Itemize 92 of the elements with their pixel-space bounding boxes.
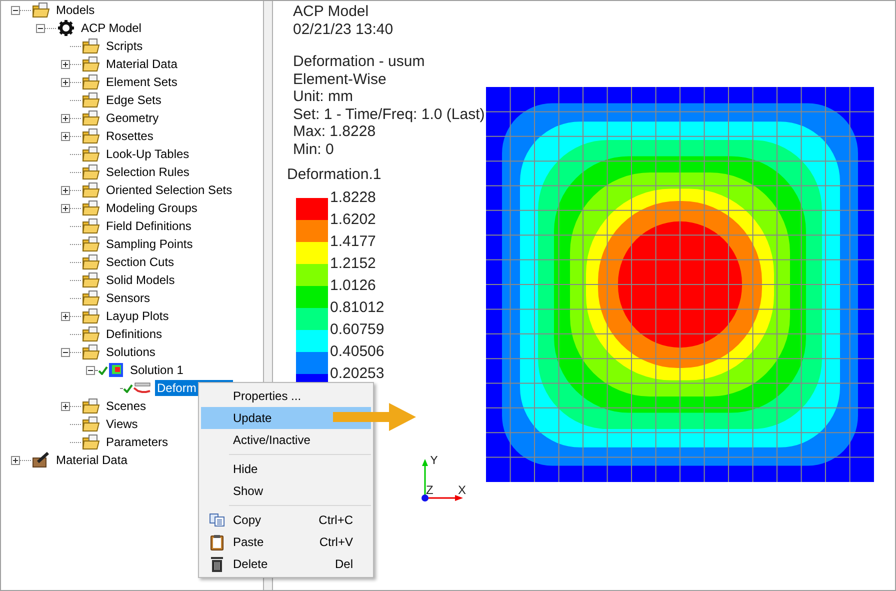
tree-item[interactable]: Solid Models [104,272,177,288]
trash-icon [210,556,224,572]
folder-icon [82,74,100,90]
tree-item[interactable]: Material Data [104,56,180,72]
copy-icon [209,513,225,527]
clipboard-icon [210,534,224,550]
folder-icon [82,110,100,126]
folder-icon [82,218,100,234]
tree-item[interactable]: Element Sets [104,74,180,90]
tree-item[interactable]: Scenes [104,398,148,414]
tree-item[interactable]: ACP Model [79,20,144,36]
folder-icon [82,416,100,432]
expand-toggle[interactable] [11,456,20,464]
tree-item[interactable]: Scripts [104,38,145,54]
viewport-info-text: 02/21/23 13:40 [293,20,394,38]
result-info-text: Max: 1.8228 [293,123,377,140]
tree-item[interactable]: Models [54,2,97,18]
material-box-icon [32,452,50,468]
expand-toggle[interactable] [61,78,70,86]
folder-icon [82,164,100,180]
expand-toggle[interactable] [61,312,70,320]
tree-item[interactable]: Geometry [104,110,161,126]
menu-item[interactable]: Active/Inactive [201,429,371,451]
expand-toggle[interactable] [61,114,70,122]
expand-toggle[interactable] [61,402,70,410]
expand-toggle[interactable] [61,60,70,68]
result-info-text: Element-Wise [293,70,388,88]
folder-icon [82,38,100,54]
tree-item[interactable]: Selection Rules [104,164,192,180]
legend-value: 1.6202 [330,210,377,230]
folder-icon [82,146,100,162]
result-info-text: Set: 1 - Time/Freq: 1.0 (Last) [293,106,486,123]
tree-item[interactable]: Solutions [104,344,158,360]
expand-toggle[interactable] [61,348,70,356]
tree-item[interactable]: Rosettes [104,128,156,144]
tree-item[interactable]: Material Data [54,452,130,468]
tree-item[interactable]: Sampling Points [104,236,195,252]
folder-icon [82,308,100,324]
folder-icon [82,272,100,288]
axis-triad-drawing: Y Z X [419,456,469,504]
result-info-text: Unit: mm [293,88,354,106]
menu-item[interactable]: Paste Ctrl+V [201,531,371,553]
tree-item[interactable]: Modeling Groups [104,200,200,216]
legend-title: Deformation.1 [287,166,382,183]
folder-icon [82,344,100,360]
folder-icon [82,56,100,72]
folder-icon [82,182,100,198]
menu-item[interactable]: Copy Ctrl+C [201,509,371,531]
menu-item[interactable]: Hide [201,458,371,480]
folder-icon [82,92,100,108]
legend-value: 0.81012 [330,298,384,318]
result-info-text: Min: 0 [293,140,335,158]
folder-icon [82,290,100,306]
tree-item[interactable]: Look-Up Tables [104,146,192,162]
expand-toggle[interactable] [36,24,45,32]
folder-icon [82,254,100,270]
legend-value: 1.0126 [330,276,377,296]
legend-value: 0.20253 [330,364,384,384]
menu-item[interactable]: Delete Del [201,553,371,575]
tree-item[interactable]: Sensors [104,290,152,306]
tree-item[interactable]: Parameters [104,434,170,450]
tree-item[interactable]: Definitions [104,326,164,342]
legend-value: 1.8228 [330,188,377,208]
tree-item[interactable]: Oriented Selection Sets [104,182,234,198]
menu-item[interactable]: Show [201,480,371,502]
legend-value: 1.2152 [330,254,377,274]
result-info-text: Deformation - usum [293,53,426,70]
tree-item[interactable]: Field Definitions [104,218,194,234]
folder-icon [82,200,100,216]
tree-item[interactable]: Solution 1 [128,362,186,378]
legend-value: 1.4177 [330,232,377,252]
expand-toggle[interactable] [61,186,70,194]
tree-item[interactable]: Section Cuts [104,254,176,270]
folder-icon [82,128,100,144]
expand-toggle[interactable] [61,132,70,140]
tree-item[interactable]: Layup Plots [104,308,171,324]
folder-icon [82,326,100,342]
expand-toggle[interactable] [86,366,95,374]
expand-toggle[interactable] [61,204,70,212]
gear-icon [57,19,75,37]
folder-icon [82,434,100,450]
viewport-info-text: ACP Model [293,3,370,20]
expand-toggle[interactable] [11,6,20,14]
color-bar-icon [133,382,151,394]
folder-icon [82,236,100,252]
folder-icon [82,398,100,414]
legend-value: 0.40506 [330,342,384,362]
tree-item[interactable]: Views [104,416,140,432]
tree-item[interactable]: Edge Sets [104,92,164,108]
menu-item[interactable]: Update [201,407,371,429]
legend-value: 0.60759 [330,320,384,340]
contour-icon [108,362,124,378]
